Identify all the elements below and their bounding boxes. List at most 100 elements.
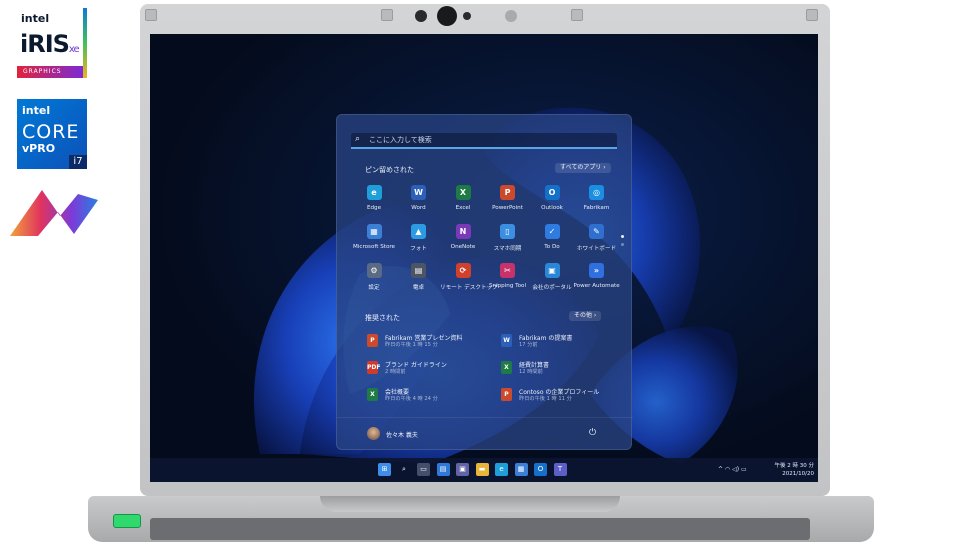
recommended-item[interactable]: W Fabrikam の提案書 17 分前: [501, 333, 631, 349]
pinned-app-label: ホワイトボード: [576, 246, 617, 252]
recommended-section-title: 推奨された: [365, 314, 400, 322]
light-sensor-icon: [505, 10, 517, 22]
pinned-app[interactable]: W Word: [396, 185, 442, 221]
pinned-app[interactable]: ⚙ 設定: [351, 263, 397, 299]
pinned-app[interactable]: ▦ Microsoft Store: [351, 224, 397, 260]
store-icon[interactable]: ▦: [514, 463, 528, 476]
pinned-app[interactable]: » Power Automate: [574, 263, 620, 299]
page-dot[interactable]: [621, 243, 624, 246]
photos-icon: ▲: [411, 224, 426, 239]
pinned-app-label: Fabrikam: [583, 205, 610, 211]
search-input[interactable]: [367, 133, 607, 147]
file-explorer-icon[interactable]: ▬: [475, 463, 489, 476]
recommended-item-time: 昨日の午後 4 時 24 分: [385, 396, 438, 402]
lid-screw: [571, 9, 583, 21]
lid-screw: [145, 9, 157, 21]
pinned-app[interactable]: ✓ To Do: [529, 224, 575, 260]
pinned-app-label: Snipping Tool: [488, 283, 527, 289]
pinned-app[interactable]: ✂ Snipping Tool: [485, 263, 531, 299]
pinned-app-label: スマホ同期: [493, 246, 522, 252]
start-search-box[interactable]: ⌕: [351, 133, 617, 149]
intel-core-vpro-badge: intel CORE vPRO i7: [17, 99, 87, 169]
power-automate-icon: »: [589, 263, 604, 278]
word-file-icon: W: [501, 334, 512, 347]
teams-chat-icon[interactable]: ▣: [456, 463, 469, 476]
pinned-app[interactable]: ▣ 会社のポータル: [529, 263, 575, 299]
edge-icon: e: [366, 185, 382, 200]
page-dot[interactable]: [621, 235, 624, 238]
all-apps-button[interactable]: すべてのアプリ ›: [555, 163, 611, 173]
pinned-app[interactable]: ▤ 電卓: [396, 263, 442, 299]
avatar[interactable]: [367, 427, 380, 440]
recommended-item[interactable]: P Fabrikam 営業プレゼン資料 昨日の午後 1 時 15 分: [367, 333, 497, 349]
ir-sensor-icon: [463, 12, 471, 20]
lid-screw: [381, 9, 393, 21]
pinned-app[interactable]: P PowerPoint: [485, 185, 531, 221]
pinned-app[interactable]: ⟳ リモート デスクトップ: [440, 263, 498, 299]
pinned-app[interactable]: ▲ フォト: [396, 224, 442, 260]
start-menu: ⌕ ピン留めされた すべてのアプリ › e Edge W Word X Excel P Pow…: [336, 114, 633, 450]
recommended-item-time: 17 分前: [519, 342, 538, 348]
taskbar-clock[interactable]: 午後 2 時 30 分 2021/10/20: [775, 462, 815, 478]
pinned-app-label: 電卓: [412, 285, 425, 291]
outlook-icon[interactable]: O: [534, 463, 547, 476]
iris-product-text: iRISxe: [20, 30, 80, 58]
recommended-item[interactable]: X 会社概要 昨日の午後 4 時 24 分: [367, 387, 497, 403]
pinned-app-label: To Do: [544, 244, 560, 250]
widgets-icon[interactable]: ▤: [436, 463, 450, 476]
recommended-item[interactable]: P Contoso の企業プロフィール 昨日の午後 1 時 11 分: [501, 387, 631, 403]
remote-desktop-icon: ⟳: [455, 263, 471, 278]
recommended-item-time: 12 時間前: [519, 369, 543, 375]
system-tray-icons[interactable]: ^ ◠ ◁) ▭: [718, 466, 747, 473]
webcam-icon: [437, 6, 457, 26]
task-view-icon[interactable]: ▭: [417, 463, 430, 476]
pinned-section-title: ピン留めされた: [365, 166, 414, 174]
core-line-text: vPRO: [22, 142, 56, 155]
search-icon[interactable]: ⌕: [398, 463, 411, 476]
pinned-app[interactable]: ◎ Fabrikam: [574, 185, 620, 221]
pinned-app[interactable]: e Edge: [351, 185, 397, 221]
word-icon: W: [411, 185, 426, 200]
recommended-item[interactable]: X 経費計算書 12 時間前: [501, 360, 631, 376]
todo-icon: ✓: [544, 224, 560, 239]
windows-start-icon[interactable]: ⊞: [378, 463, 391, 476]
pinned-app-label: Edge: [366, 205, 382, 211]
recommended-item-time: 昨日の午後 1 時 11 分: [519, 396, 572, 402]
pinned-app[interactable]: O Outlook: [529, 185, 575, 221]
more-button[interactable]: その他 ›: [569, 311, 602, 321]
powerpoint-icon: P: [500, 185, 515, 200]
phone-link-icon: ▯: [500, 224, 515, 239]
pinned-app[interactable]: ✎ ホワイトボード: [574, 224, 620, 260]
fabrikam-icon: ◎: [589, 185, 604, 200]
whiteboard-icon: ✎: [589, 224, 604, 239]
pinned-app[interactable]: N OneNote: [440, 224, 486, 260]
pinned-app-label: リモート デスクトップ: [440, 285, 498, 291]
pinned-app-label: 設定: [368, 285, 380, 291]
pinned-app-label: Microsoft Store: [352, 244, 396, 250]
settings-icon: ⚙: [366, 263, 382, 278]
recommended-item[interactable]: PDF ブランド ガイドライン 2 時間前: [367, 360, 497, 376]
pinned-app-label: Excel: [455, 205, 471, 211]
user-name[interactable]: 佐々木 義夫: [386, 430, 418, 439]
calculator-icon: ▤: [411, 263, 426, 278]
teams-icon[interactable]: T: [553, 463, 567, 476]
pinned-app-label: 会社のポータル: [532, 285, 572, 291]
taskbar: ⊞ ⌕ ▭ ▤ ▣ ▬ e ▦ O T ^ ◠ ◁) ▭ 午後 2 時 30 分 2021/10/…: [150, 458, 818, 482]
pinned-app-label: Outlook: [541, 205, 563, 211]
iris-color-bar: [83, 8, 87, 78]
power-icon[interactable]: ⏻: [589, 428, 596, 438]
powerpoint-file-icon: P: [501, 388, 512, 401]
search-icon: ⌕: [355, 134, 361, 144]
iris-brand-text: intel: [21, 12, 50, 25]
edge-icon[interactable]: e: [495, 463, 508, 476]
start-footer: 佐々木 義夫 ⏻: [337, 417, 633, 449]
pinned-app[interactable]: ▯ スマホ同期: [485, 224, 531, 260]
recommended-item-time: 昨日の午後 1 時 15 分: [385, 342, 438, 348]
pinned-app-label: OneNote: [450, 244, 476, 250]
onenote-icon: N: [455, 224, 471, 239]
pinned-app-label: PowerPoint: [492, 205, 523, 211]
clock-time: 午後 2 時 30 分: [774, 463, 815, 469]
pinned-app-label: フォト: [410, 246, 427, 252]
powerpoint-file-icon: P: [367, 334, 378, 347]
pinned-app[interactable]: X Excel: [440, 185, 486, 221]
